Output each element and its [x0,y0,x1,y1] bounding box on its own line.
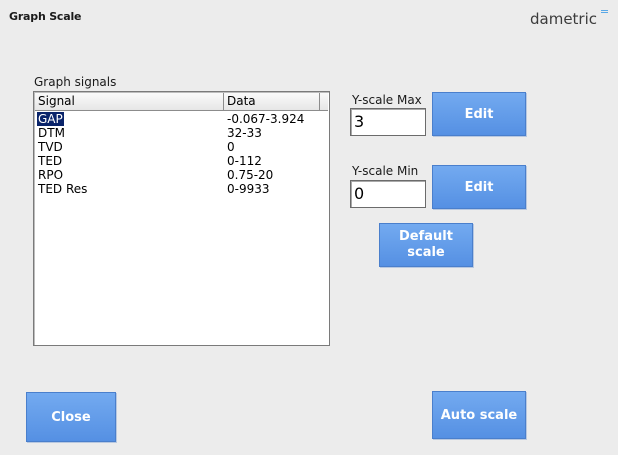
y-scale-min-label: Y-scale Min [352,164,419,178]
signal-name: RPO [38,168,64,182]
signal-data: 0 [227,140,235,154]
column-header-data[interactable]: Data [224,93,320,111]
brand-logo-text: dametric [530,10,598,28]
edit-max-button[interactable]: Edit [432,92,526,136]
brand-logo-icon [601,10,608,15]
graph-signals-label: Graph signals [34,75,117,89]
auto-scale-button[interactable]: Auto scale [432,391,526,439]
column-header-filler [320,93,328,111]
y-scale-max-field[interactable]: 3 [350,108,426,136]
signal-name: DTM [38,126,65,140]
signal-data: 0-112 [227,154,262,168]
signal-name: TVD [38,140,63,154]
column-header-signal[interactable]: Signal [35,93,224,111]
signal-data: 32-33 [227,126,262,140]
y-scale-min-field[interactable]: 0 [350,180,426,208]
list-item[interactable]: DTM 32-33 [35,126,328,140]
signals-rows: GAP -0.067-3.924 DTM 32-33 TVD 0 TED 0-1… [35,112,328,196]
signal-data: 0.75-20 [227,168,274,182]
edit-min-button[interactable]: Edit [432,165,526,209]
list-item[interactable]: RPO 0.75-20 [35,168,328,182]
signal-name: TED Res [38,182,88,196]
signal-data: 0-9933 [227,182,270,196]
signal-name: GAP [37,112,64,126]
default-scale-label-line1: Default [399,229,453,244]
signals-list[interactable]: Signal Data GAP -0.067-3.924 DTM 32-33 T… [33,91,330,346]
default-scale-label-line2: scale [407,245,445,260]
list-item[interactable]: TED 0-112 [35,154,328,168]
signals-list-header: Signal Data [35,93,328,111]
default-scale-button[interactable]: Default scale [379,223,473,267]
signal-data: -0.067-3.924 [227,112,305,126]
signal-name: TED [38,154,63,168]
y-scale-max-label: Y-scale Max [352,93,422,107]
window-title: Graph Scale [9,10,82,23]
list-item[interactable]: TVD 0 [35,140,328,154]
list-item[interactable]: GAP -0.067-3.924 [35,112,328,126]
close-button[interactable]: Close [26,392,116,442]
list-item[interactable]: TED Res 0-9933 [35,182,328,196]
